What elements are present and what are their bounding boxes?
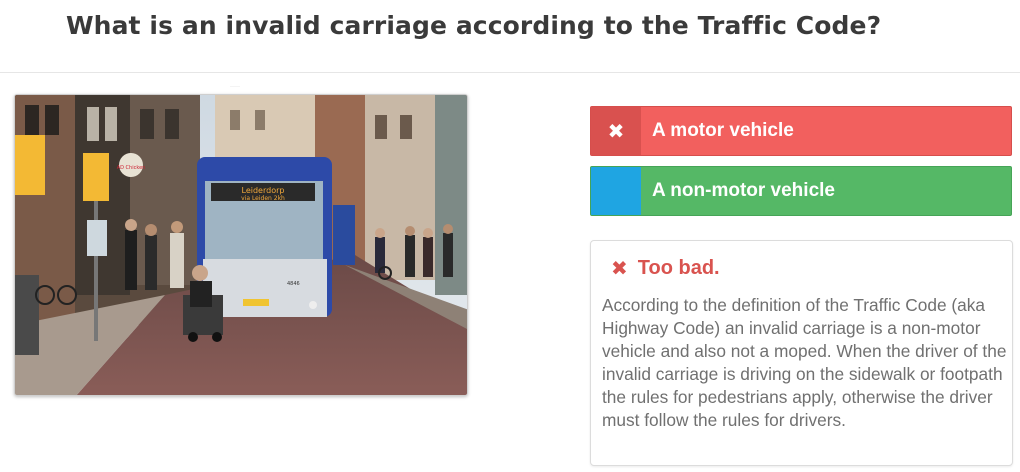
answer-option-2[interactable]: A non-motor vehicle: [590, 166, 1012, 216]
feedback-explanation: According to the definition of the Traff…: [602, 295, 1007, 430]
feedback-heading-text: Too bad.: [637, 257, 720, 279]
street-scene-illustration: Leiderdorp via Leiden 2kh 4846 AD Chicke…: [15, 95, 467, 395]
answer-label: A motor vehicle: [652, 120, 794, 141]
feedback-panel: ✖ Too bad. According to the definition o…: [590, 240, 1013, 466]
image-caption: ·····: [230, 84, 240, 90]
store-sign: AD Chicken: [117, 165, 146, 171]
close-icon: ✖: [611, 257, 628, 280]
bus-destination-sign-line2: via Leiden 2kh: [241, 195, 285, 202]
question-photo: Leiderdorp via Leiden 2kh 4846 AD Chicke…: [14, 94, 468, 396]
answer-marker: [591, 167, 641, 215]
answer-option-1[interactable]: ✖ A motor vehicle: [590, 106, 1012, 156]
bus-number: 4846: [287, 281, 300, 287]
header-divider: [0, 72, 1020, 73]
feedback-heading: ✖ Too bad.: [611, 257, 720, 280]
answer-label: A non-motor vehicle: [652, 180, 835, 201]
bus-destination-sign: Leiderdorp: [242, 186, 285, 195]
page-title: What is an invalid carriage according to…: [66, 11, 882, 40]
close-icon: ✖: [591, 107, 641, 155]
